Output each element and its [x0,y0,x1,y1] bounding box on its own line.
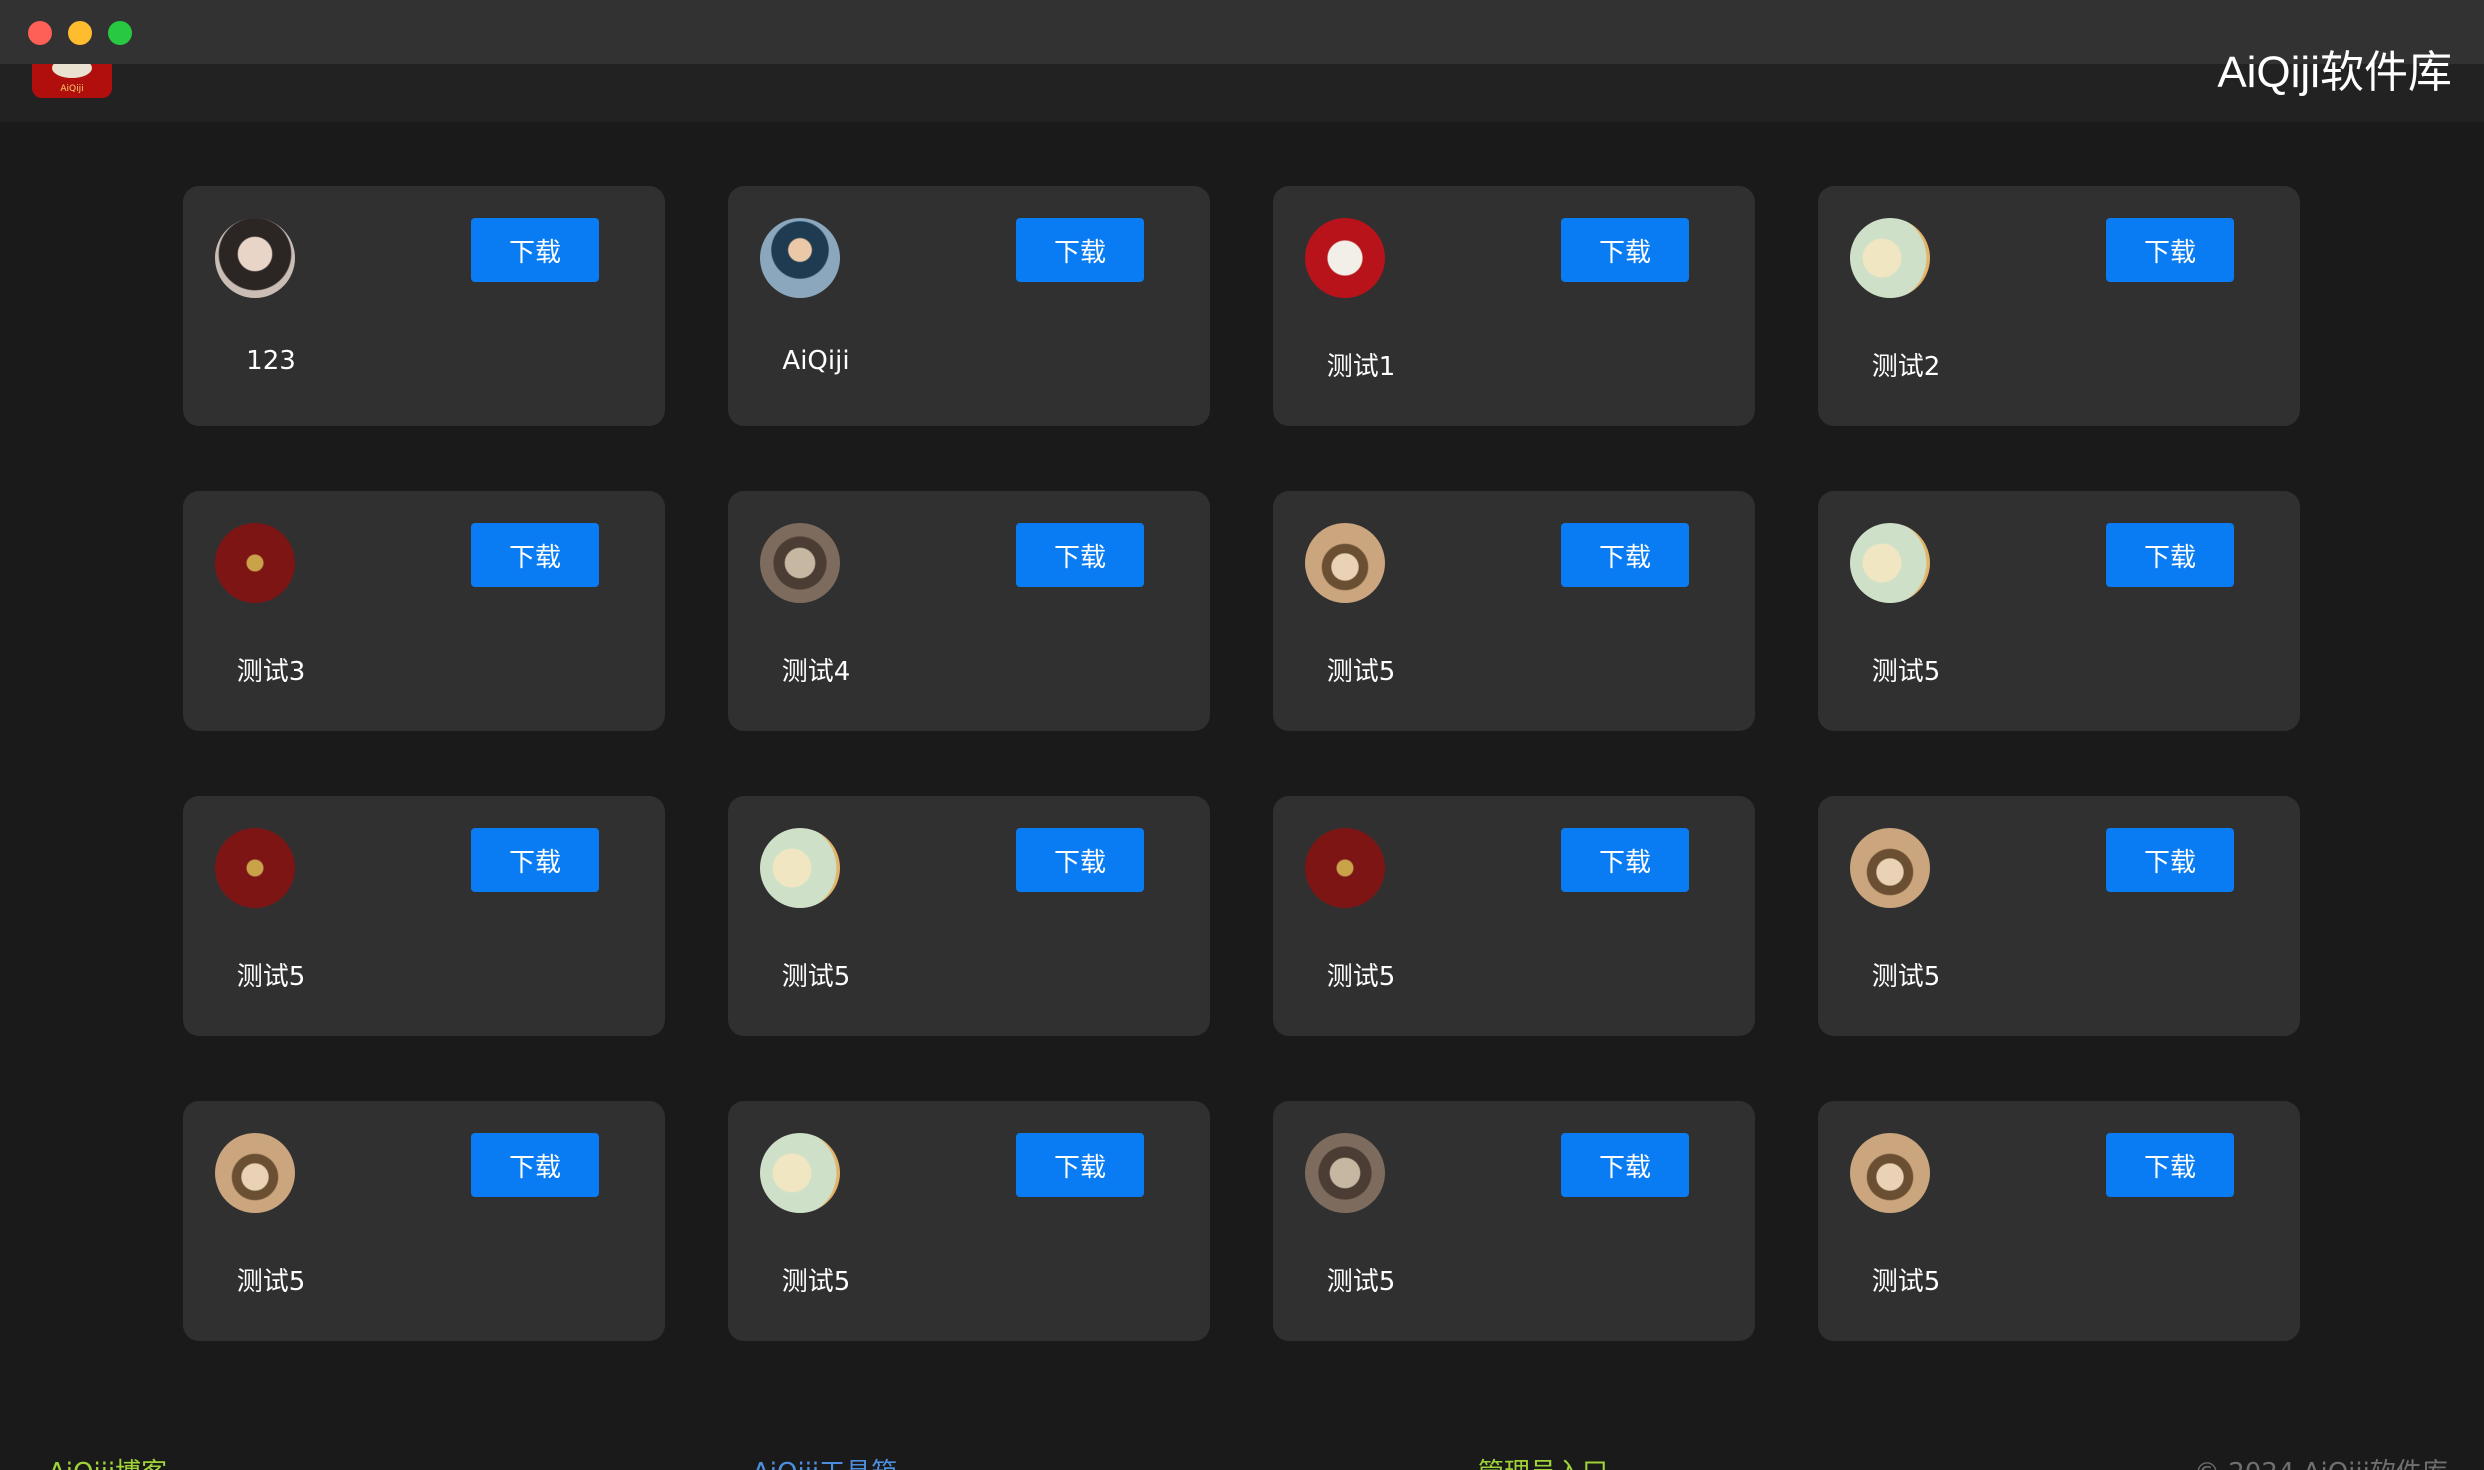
download-button[interactable]: 下载 [2106,1133,2234,1197]
app-name: 测试4 [781,657,851,687]
boy-avatar-icon [760,218,840,298]
app-name: 测试5 [1326,962,1396,992]
app-name: 测试5 [1326,657,1396,687]
old-man-avatar-icon [215,1133,295,1213]
old-man-avatar-icon [1850,1133,1930,1213]
girl-avatar-icon [215,218,295,298]
download-button[interactable]: 下载 [2106,828,2234,892]
download-button[interactable]: 下载 [2106,523,2234,587]
minimize-window-button[interactable] [68,21,92,45]
app-window: AiQiji AiQiji软件库 下载 123 下载 AiQiji 下载 测试1… [0,0,2484,1470]
b-avatar-icon [1850,523,1930,603]
maximize-window-button[interactable] [108,21,132,45]
download-button[interactable]: 下载 [1561,218,1689,282]
app-name: 测试5 [1871,962,1941,992]
app-name: 测试5 [1326,1267,1396,1297]
download-button[interactable]: 下载 [471,523,599,587]
footer-copyright: © 2024 AiQiji软件库 [2194,1452,2448,1470]
app-card: 下载 测试4 [728,491,1210,731]
app-card: 下载 123 [183,186,665,426]
download-button[interactable]: 下载 [1561,523,1689,587]
app-card: 下载 测试5 [183,1101,665,1341]
app-name: 测试5 [781,1267,851,1297]
app-name: 测试3 [236,657,306,687]
app-name: 测试5 [236,1267,306,1297]
app-card: 下载 测试2 [1818,186,2300,426]
close-window-button[interactable] [28,21,52,45]
app-card: 下载 测试5 [1818,491,2300,731]
app-card: 下载 测试3 [183,491,665,731]
app-card: 下载 测试5 [183,796,665,1036]
download-button[interactable]: 下载 [1561,828,1689,892]
download-button[interactable]: 下载 [1561,1133,1689,1197]
app-card: 下载 测试5 [1273,491,1755,731]
footer-link-admin[interactable]: 管理员入口 [1478,1452,1608,1470]
app-name: 测试1 [1326,352,1396,382]
app-name: 测试5 [1871,1267,1941,1297]
door-avatar-icon [1305,1133,1385,1213]
logo-text: AiQiji [60,84,84,94]
red-banner-avatar-icon [1305,828,1385,908]
red-banner-avatar-icon [215,523,295,603]
footer-link-blog[interactable]: AiQiji博客 [48,1452,167,1470]
app-card: 下载 测试5 [728,796,1210,1036]
old-man-avatar-icon [1850,828,1930,908]
download-button[interactable]: 下载 [471,828,599,892]
download-button[interactable]: 下载 [1016,1133,1144,1197]
site-header: AiQiji AiQiji软件库 [0,48,2484,122]
b-avatar-icon [760,1133,840,1213]
app-card: 下载 测试5 [1273,1101,1755,1341]
download-button[interactable]: 下载 [471,1133,599,1197]
download-button[interactable]: 下载 [1016,218,1144,282]
app-name: 测试5 [236,962,306,992]
download-button[interactable]: 下载 [1016,828,1144,892]
logo-mascot-icon [52,64,92,78]
app-name: 测试2 [1871,352,1941,382]
app-card: 下载 测试5 [1273,796,1755,1036]
footer-link-toolbox[interactable]: AiQiji工具箱 [752,1452,897,1470]
download-button[interactable]: 下载 [471,218,599,282]
download-button[interactable]: 下载 [2106,218,2234,282]
app-name: 测试5 [1871,657,1941,687]
app-card: 下载 AiQiji [728,186,1210,426]
door-avatar-icon [760,523,840,603]
download-button[interactable]: 下载 [1016,523,1144,587]
app-card: 下载 测试5 [728,1101,1210,1341]
site-logo[interactable]: AiQiji [32,64,112,98]
site-footer: AiQiji博客 AiQiji工具箱 管理员入口 © 2024 AiQiji软件… [0,1448,2484,1470]
b-avatar-icon [1850,218,1930,298]
app-card: 下载 测试5 [1818,1101,2300,1341]
app-card: 下载 测试1 [1273,186,1755,426]
app-name: AiQiji [782,346,850,376]
old-man-avatar-icon [1305,523,1385,603]
site-title: AiQiji软件库 [2217,48,2452,97]
cat-avatar-icon [1305,218,1385,298]
red-banner-avatar-icon [215,828,295,908]
b-avatar-icon [760,828,840,908]
app-name: 测试5 [781,962,851,992]
app-name: 123 [246,346,296,376]
window-titlebar [0,0,2484,65]
app-card: 下载 测试5 [1818,796,2300,1036]
